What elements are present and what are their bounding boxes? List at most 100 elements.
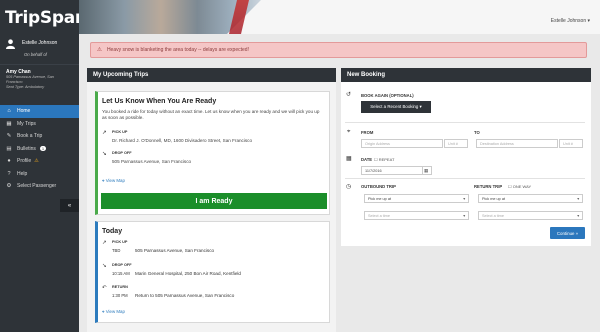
dropoff-arrow-icon: ↘ — [102, 151, 107, 157]
book-again-label: BOOK AGAIN (OPTIONAL) — [361, 93, 414, 98]
dropoff-label: DROP OFF — [112, 151, 132, 155]
date-picker-button[interactable]: ▦ — [422, 166, 432, 175]
sidebar-item-select-passenger[interactable]: ⚙ Select Passenger — [0, 180, 79, 193]
calendar-icon: ▦ — [424, 168, 429, 173]
user-name: Estelle Johnson — [22, 40, 58, 46]
ready-card-text: You booked a ride for today without an e… — [102, 109, 320, 120]
i-am-ready-button[interactable]: I am Ready — [101, 193, 327, 209]
continue-button[interactable]: Continue » — [550, 227, 585, 239]
view-map-link[interactable]: ⌖ View Map — [102, 178, 125, 183]
divider — [345, 122, 585, 123]
pickup-label: PICK UP — [112, 130, 128, 134]
return-address: Return to 505 Parnassus Avenue, San Fran… — [135, 293, 235, 298]
today-card-title: Today — [102, 228, 123, 235]
weather-alert: ⚠ Heavy snow is blanketing the area toda… — [90, 42, 587, 58]
user-icon — [6, 39, 15, 49]
chevron-down-icon: ▼ — [576, 197, 580, 201]
passenger-seat-type: Seat Type: Ambulatory — [6, 85, 45, 89]
pickup-label: PICK UP — [112, 240, 128, 244]
view-map-label: View Map — [105, 309, 125, 314]
origin-unit-input[interactable]: Unit # — [444, 139, 468, 148]
sidebar-item-label: Select Passenger — [17, 183, 57, 190]
pickup-time: TBD — [112, 248, 121, 253]
warning-icon: ⚠ — [34, 158, 39, 165]
ready-card-title: Let Us Know When You Are Ready — [102, 98, 217, 105]
current-user: Estelle Johnson On behalf of — [0, 34, 79, 64]
destination-unit-input[interactable]: Unit # — [559, 139, 583, 148]
return-trip-label: RETURN TRIP — [474, 184, 503, 189]
help-icon: ? — [7, 170, 11, 177]
outbound-pickup-select[interactable]: Pick me up at ▼ — [364, 194, 469, 203]
passenger-info: Amy Chan 505 Parnassus Avenue, San Franc… — [0, 64, 79, 104]
repeat-checkbox[interactable]: ☐ REPEAT — [374, 157, 394, 162]
clock-icon: ◷ — [346, 184, 352, 190]
select-value: Select a time — [482, 214, 504, 218]
ready-trip-card: Let Us Know When You Are Ready You booke… — [95, 91, 330, 215]
location-pin-icon: ⌖ — [347, 129, 351, 135]
dropoff-address: Marin General Hospital, 250 Bon Air Road… — [135, 271, 241, 276]
calendar-icon: ▦ — [346, 156, 352, 162]
sidebar-item-bulletins[interactable]: ▤ Bulletins 1 — [0, 143, 79, 156]
chevron-down-icon: ▼ — [462, 214, 466, 218]
today-trip-card: Today ↗ PICK UP TBD 505 Parnassus Avenue… — [95, 221, 330, 323]
from-label: FROM — [361, 130, 374, 135]
dropoff-label: DROP OFF — [112, 263, 132, 267]
dropoff-time: 10:15 AM — [112, 271, 130, 276]
return-time: 1:30 PM — [112, 293, 128, 298]
sidebar-item-label: My Trips — [17, 120, 36, 127]
select-recent-booking-button[interactable]: Select a Recent Booking ▾ — [361, 101, 431, 113]
sidebar-item-label: Profile — [17, 158, 32, 165]
profile-icon: ● — [7, 158, 11, 165]
app-logo: TripSpark — [5, 8, 94, 28]
pickup-value: Dr. Richard J. O'Donnell, MD, 1600 Divis… — [112, 138, 253, 143]
repeat-label: REPEAT — [378, 157, 395, 162]
sidebar-item-label: Help — [17, 170, 28, 177]
one-way-checkbox[interactable]: ☐ ONE WAY — [508, 184, 531, 189]
chevron-down-icon: ▼ — [576, 214, 580, 218]
home-icon: ⌂ — [7, 108, 11, 115]
alert-icon: ⚠ — [97, 47, 102, 53]
return-pickup-select[interactable]: Pick me up at ▼ — [478, 194, 583, 203]
on-behalf-label: On behalf of — [24, 52, 47, 57]
sidebar-nav: ⌂ Home ▦ My Trips ✎ Book a Trip ▤ Bullet… — [0, 105, 79, 193]
return-time-select[interactable]: Select a time ▼ — [478, 211, 583, 220]
calendar-icon: ▦ — [6, 120, 12, 127]
sidebar-item-profile[interactable]: ● Profile ⚠ — [0, 155, 79, 168]
book-icon: ✎ — [6, 133, 12, 140]
return-label: RETURN — [112, 285, 128, 289]
alert-message: Heavy snow is blanketing the area today … — [106, 47, 249, 53]
upcoming-trips-title: My Upcoming Trips — [87, 68, 336, 82]
bulletins-count-badge: 1 — [39, 146, 47, 152]
one-way-label: ONE WAY — [512, 184, 532, 189]
view-map-label: View Map — [105, 178, 125, 183]
collapse-sidebar-button[interactable]: « — [60, 199, 79, 212]
new-booking-title: New Booking — [341, 68, 591, 82]
date-input[interactable]: 11/7/2016 — [361, 166, 423, 175]
sidebar-item-home[interactable]: ⌂ Home — [0, 105, 79, 118]
outbound-trip-label: OUTBOUND TRIP — [361, 184, 396, 189]
bulletin-icon: ▤ — [6, 145, 12, 152]
select-value: Pick me up at — [368, 197, 392, 201]
sidebar-item-my-trips[interactable]: ▦ My Trips — [0, 118, 79, 131]
history-icon: ↺ — [346, 92, 352, 98]
to-label: TO — [474, 130, 480, 135]
passenger-icon: ⚙ — [6, 183, 12, 190]
top-header: Estelle Johnson ▾ — [79, 0, 600, 34]
user-menu-dropdown[interactable]: Estelle Johnson ▾ — [551, 18, 590, 24]
return-arrow-icon: ↶ — [102, 285, 107, 291]
pickup-arrow-icon: ↗ — [102, 130, 107, 136]
divider — [345, 178, 585, 179]
sidebar-item-help[interactable]: ? Help — [0, 168, 79, 181]
sidebar-item-label: Bulletins — [17, 145, 36, 152]
destination-address-input[interactable]: Destination Address — [476, 139, 558, 148]
outbound-time-select[interactable]: Select a time ▼ — [364, 211, 469, 220]
origin-address-input[interactable]: Origin Address — [361, 139, 443, 148]
dropoff-arrow-icon: ↘ — [102, 263, 107, 269]
dropoff-value: 505 Parnassus Avenue, San Francisco — [112, 159, 192, 164]
pickup-address: 505 Parnassus Avenue, San Francisco — [135, 248, 215, 253]
view-map-link[interactable]: ⌖ View Map — [102, 309, 125, 314]
sidebar-item-book-a-trip[interactable]: ✎ Book a Trip — [0, 130, 79, 143]
date-label: DATE — [361, 157, 373, 162]
select-value: Select a time — [368, 214, 390, 218]
chevron-down-icon: ▼ — [462, 197, 466, 201]
